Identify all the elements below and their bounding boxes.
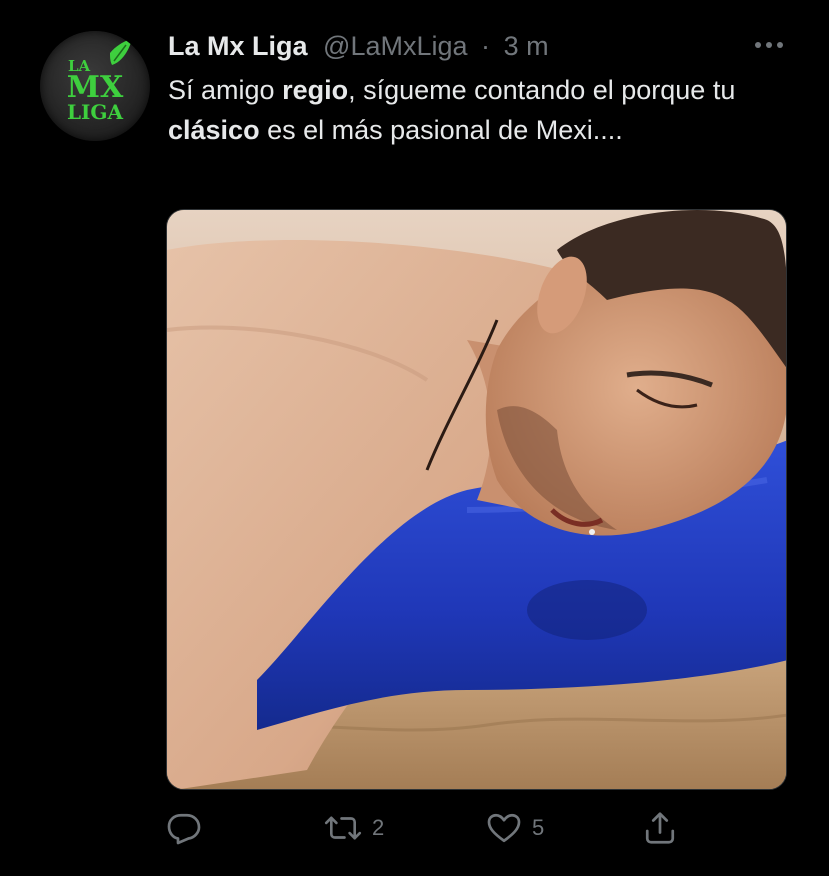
more-horizontal-icon (755, 42, 783, 48)
tweet-header: La Mx Liga @LaMxLiga · 3 m (168, 28, 549, 64)
la-mx-liga-logo: LA MX LIGA (67, 39, 132, 124)
like-count: 5 (532, 815, 545, 840)
separator-dot: · (481, 31, 491, 61)
tweet-text-segment: , sígueme contando el porque tu (348, 75, 736, 105)
tweet-text-segment: es el más pasional de Mexi.... (259, 115, 623, 145)
logo-liga-text: LIGA (67, 100, 123, 124)
heart-icon (487, 813, 521, 843)
retweet-count: 2 (372, 815, 385, 840)
tweet-text: Sí amigo regio, sígueme contando el porq… (168, 70, 748, 150)
more-options-button[interactable] (748, 30, 790, 60)
reply-button[interactable] (166, 806, 212, 850)
handle[interactable]: @LaMxLiga (323, 31, 467, 61)
share-button[interactable] (642, 806, 678, 850)
retweet-button[interactable]: 2 (324, 806, 384, 850)
photo-sleeping-man (167, 210, 786, 789)
tweet-actions: 2 5 (160, 806, 700, 850)
tweet-text-bold: clásico (168, 115, 260, 145)
retweet-icon (324, 816, 362, 840)
share-icon (645, 812, 675, 844)
display-name[interactable]: La Mx Liga (168, 31, 308, 61)
tweet[interactable]: LA MX LIGA La Mx Liga @LaMxLiga · 3 m Sí… (0, 0, 829, 876)
tweet-text-bold: regio (282, 75, 349, 105)
avatar[interactable]: LA MX LIGA (40, 31, 150, 141)
reply-icon (167, 813, 201, 845)
tweet-text-segment: Sí amigo (168, 75, 283, 105)
timestamp[interactable]: 3 m (504, 31, 549, 61)
like-button[interactable]: 5 (486, 806, 544, 850)
tweet-photo[interactable] (166, 209, 787, 790)
